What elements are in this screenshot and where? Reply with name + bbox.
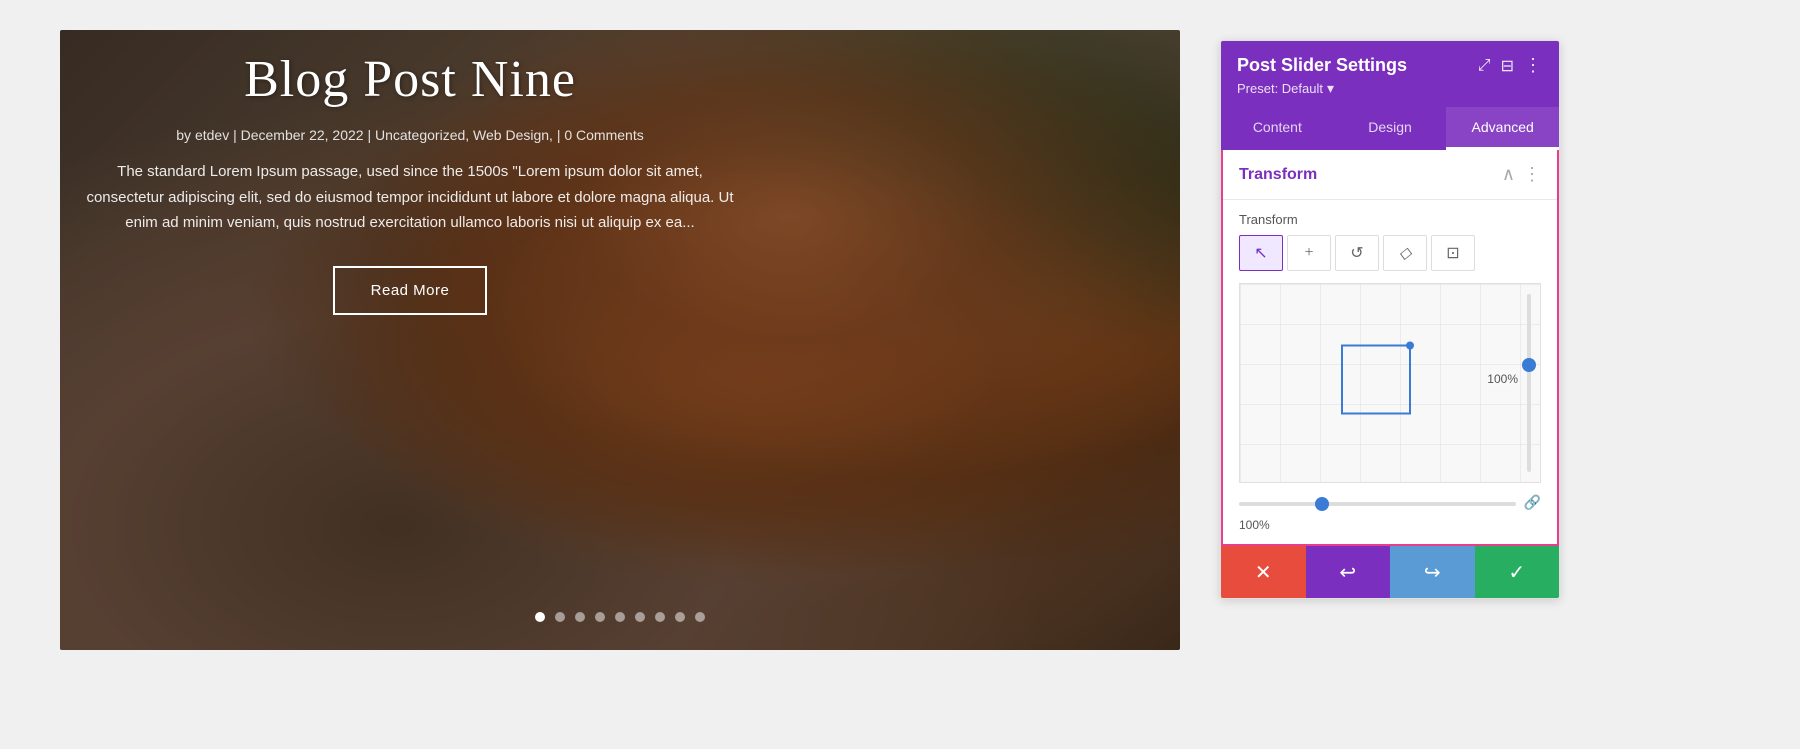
move-icon: ↖ (1254, 243, 1267, 263)
tab-design[interactable]: Design (1334, 107, 1447, 150)
panel-preset[interactable]: Preset: Default ▾ (1237, 80, 1407, 97)
vertical-slider-thumb[interactable] (1522, 358, 1536, 372)
horizontal-slider-track[interactable] (1239, 502, 1516, 506)
slide-dot-9[interactable] (695, 612, 705, 622)
columns-icon[interactable]: ⊟ (1501, 56, 1514, 76)
slide-dot-3[interactable] (575, 612, 585, 622)
slide-content: Blog Post Nine by etdev | December 22, 2… (60, 30, 760, 335)
transform-canvas: 100% (1239, 283, 1541, 483)
transform-label: Transform (1223, 200, 1557, 235)
add-icon: + (1304, 244, 1313, 262)
scale-x-percent-label: 100% (1487, 372, 1518, 386)
slide-dot-2[interactable] (555, 612, 565, 622)
add-tool-button[interactable]: + (1287, 235, 1331, 271)
transform-header-controls: ∧ ⋮ (1502, 164, 1541, 185)
cancel-button[interactable]: ✕ (1221, 546, 1306, 598)
slide-dot-7[interactable] (655, 612, 665, 622)
scale-icon: ⊡ (1446, 243, 1459, 263)
redo-button[interactable]: ↪ (1390, 546, 1475, 598)
link-icon[interactable]: 🔗 (1524, 495, 1541, 512)
slide-dot-4[interactable] (595, 612, 605, 622)
panel-header-left: Post Slider Settings Preset: Default ▾ (1237, 55, 1407, 97)
transform-tools: ↖ + ↺ ◇ ⊡ (1223, 235, 1557, 283)
transform-header: Transform ∧ ⋮ (1223, 150, 1557, 200)
skew-tool-button[interactable]: ◇ (1383, 235, 1427, 271)
transform-more-icon[interactable]: ⋮ (1523, 164, 1541, 185)
vertical-slider-container (1526, 294, 1532, 472)
panel-actions: ✕ ↩ ↪ ✓ (1221, 546, 1559, 598)
slide-dot-8[interactable] (675, 612, 685, 622)
settings-panel: Post Slider Settings Preset: Default ▾ ⤢… (1220, 40, 1560, 599)
panel-header-icons: ⤢ ⊟ ⋮ (1478, 55, 1543, 76)
vertical-slider-track[interactable] (1527, 294, 1531, 472)
more-options-icon[interactable]: ⋮ (1524, 55, 1543, 76)
tab-advanced[interactable]: Advanced (1446, 107, 1559, 150)
rotate-tool-button[interactable]: ↺ (1335, 235, 1379, 271)
scale-tool-button[interactable]: ⊡ (1431, 235, 1475, 271)
panel-body: Transform ∧ ⋮ Transform ↖ + ↺ (1221, 150, 1559, 546)
slide-dot-5[interactable] (615, 612, 625, 622)
slide-title: Blog Post Nine (80, 50, 740, 109)
preset-chevron-icon: ▾ (1327, 80, 1334, 97)
horizontal-slider-area: 🔗 (1223, 483, 1557, 518)
slide-dots (535, 612, 705, 622)
transform-collapse-icon[interactable]: ∧ (1502, 164, 1515, 185)
slide-meta: by etdev | December 22, 2022 | Uncategor… (80, 127, 740, 143)
panel-tabs: Content Design Advanced (1221, 107, 1559, 150)
read-more-button[interactable]: Read More (333, 266, 488, 315)
transform-section: Transform ∧ ⋮ Transform ↖ + ↺ (1223, 150, 1557, 544)
skew-icon: ◇ (1399, 243, 1411, 263)
percent-labels: 100% (1223, 518, 1557, 544)
scale-y-percent-label: 100% (1239, 518, 1270, 532)
rotate-icon: ↺ (1350, 243, 1363, 263)
expand-icon[interactable]: ⤢ (1478, 57, 1491, 75)
transform-bounding-box[interactable] (1341, 345, 1411, 415)
slide-dot-1[interactable] (535, 612, 545, 622)
transform-section-title: Transform (1239, 166, 1317, 184)
slide-dot-6[interactable] (635, 612, 645, 622)
reset-button[interactable]: ↩ (1306, 546, 1391, 598)
panel-title: Post Slider Settings (1237, 55, 1407, 76)
horizontal-slider-thumb[interactable] (1315, 497, 1329, 511)
save-button[interactable]: ✓ (1475, 546, 1560, 598)
panel-header: Post Slider Settings Preset: Default ▾ ⤢… (1221, 41, 1559, 107)
tab-content[interactable]: Content (1221, 107, 1334, 150)
move-tool-button[interactable]: ↖ (1239, 235, 1283, 271)
blog-slider: Blog Post Nine by etdev | December 22, 2… (60, 30, 1180, 650)
slide-excerpt: The standard Lorem Ipsum passage, used s… (80, 159, 740, 236)
